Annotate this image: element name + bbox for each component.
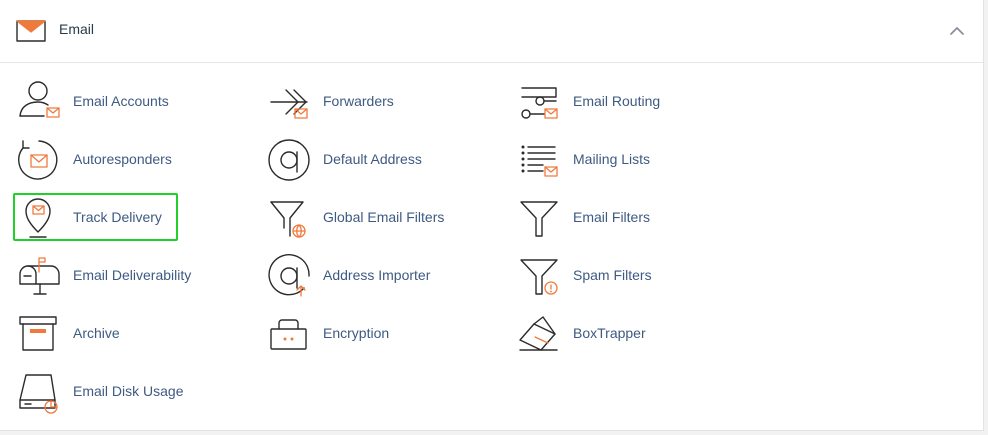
item-label: Email Routing (573, 93, 661, 109)
boxtrapper-icon (519, 316, 558, 351)
chevron-up-icon[interactable] (948, 24, 966, 38)
user-envelope-icon (19, 81, 60, 118)
archive-link[interactable]: Archive (17, 312, 237, 356)
item-label: Track Delivery (73, 209, 162, 225)
section-header[interactable]: Email (0, 0, 983, 63)
track-delivery-link[interactable]: Track Delivery (17, 196, 237, 240)
email-deliverability-link[interactable]: Email Deliverability (17, 254, 237, 298)
address-importer-link[interactable]: Address Importer (267, 254, 487, 298)
filter-icon (520, 201, 558, 237)
item-label: Email Accounts (73, 93, 169, 109)
item-label: Autoresponders (73, 151, 172, 167)
item-label: Mailing Lists (573, 151, 651, 167)
at-import-icon (268, 254, 310, 297)
item-label: Encryption (323, 325, 390, 341)
item-label: Forwarders (323, 93, 394, 109)
item-label: BoxTrapper (573, 325, 646, 341)
routing-icon (521, 87, 558, 119)
globe-filter-icon (270, 201, 306, 238)
section-title: Email (59, 21, 95, 37)
envelope-icon (16, 20, 46, 42)
email-routing-link[interactable]: Email Routing (517, 80, 737, 124)
item-label: Email Filters (573, 209, 651, 225)
item-label: Email Disk Usage (73, 383, 184, 399)
autoresponders-link[interactable]: Autoresponders (17, 138, 237, 182)
email-section-panel: Email Email Accounts Forwarders Email Ro… (0, 0, 984, 431)
item-label: Email Deliverability (73, 267, 192, 283)
item-label: Global Email Filters (323, 209, 445, 225)
item-label: Default Address (323, 151, 422, 167)
email-filters-link[interactable]: Email Filters (517, 196, 737, 240)
spam-filters-link[interactable]: Spam Filters (517, 254, 737, 298)
disk-usage-icon (19, 374, 58, 414)
encryption-link[interactable]: Encryption (267, 312, 487, 356)
item-label: Address Importer (323, 267, 431, 283)
mailbox-icon (19, 257, 60, 295)
item-label: Spam Filters (573, 267, 652, 283)
forwarders-link[interactable]: Forwarders (267, 80, 487, 124)
global-email-filters-link[interactable]: Global Email Filters (267, 196, 487, 240)
email-accounts-link[interactable]: Email Accounts (17, 80, 237, 124)
mailing-lists-link[interactable]: Mailing Lists (517, 138, 737, 182)
item-label: Archive (73, 325, 120, 341)
archive-box-icon (19, 316, 57, 351)
email-disk-usage-link[interactable]: Email Disk Usage (17, 370, 237, 414)
spam-filter-icon (520, 259, 558, 295)
default-address-link[interactable]: Default Address (267, 138, 487, 182)
forward-arrow-icon (270, 89, 308, 119)
boxtrapper-link[interactable]: BoxTrapper (517, 312, 737, 356)
map-pin-envelope-icon (25, 198, 51, 238)
list-icon (521, 145, 558, 177)
at-sign-icon (268, 139, 310, 181)
lock-icon (270, 319, 307, 350)
autoresponder-icon (18, 140, 58, 180)
